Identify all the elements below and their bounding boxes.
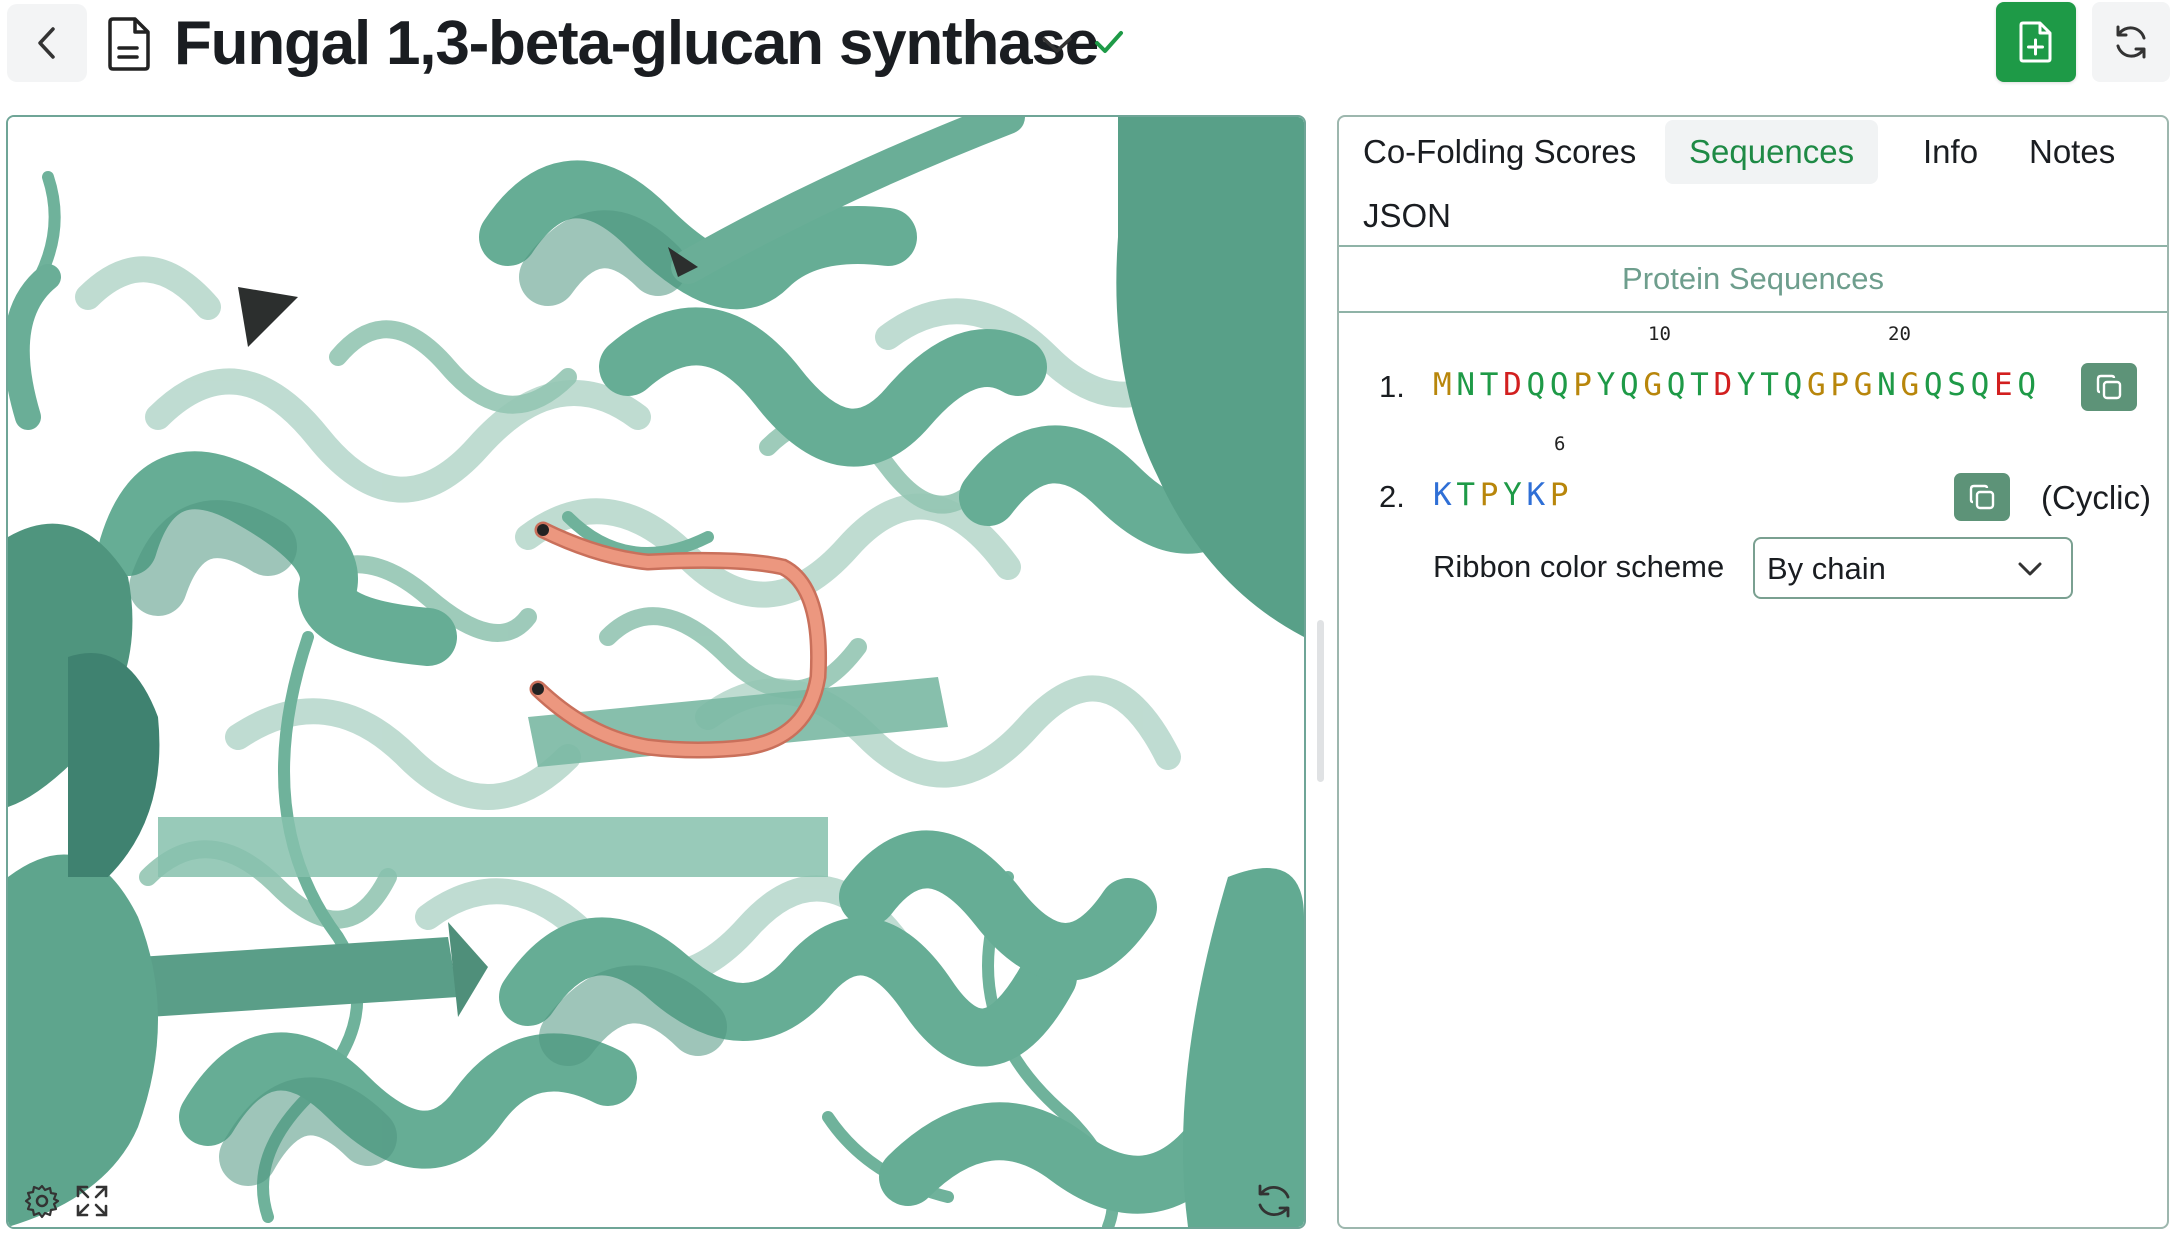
residue: G <box>1900 367 1924 403</box>
tab-notes[interactable]: Notes <box>2005 120 2139 184</box>
protein-structure-render[interactable] <box>8 117 1304 1227</box>
sequence-row: 6 2. KTPYKP (Cyclic) <box>1339 427 2167 537</box>
panel-resize-handle[interactable] <box>1317 620 1324 782</box>
residue: P <box>1479 477 1504 513</box>
tab-sequences[interactable]: Sequences <box>1665 120 1879 184</box>
residue: P <box>1549 477 1574 513</box>
residue: K <box>1526 477 1550 513</box>
residue: G <box>1853 367 1878 403</box>
residue: D <box>1503 367 1527 403</box>
document-icon <box>108 17 150 71</box>
residue: Q <box>1549 367 1574 403</box>
expand-icon[interactable] <box>74 1183 110 1219</box>
tab-json[interactable]: JSON <box>1339 184 1475 248</box>
residue: P <box>1830 367 1854 403</box>
residue: S <box>1947 367 1971 403</box>
tab-info[interactable]: Info <box>1899 120 2002 184</box>
section-title: Protein Sequences <box>1339 247 2167 313</box>
residue: G <box>1807 367 1831 403</box>
residue: N <box>1456 367 1480 403</box>
residue: T <box>1760 367 1784 403</box>
tab-co-folding-scores[interactable]: Co-Folding Scores <box>1339 120 1660 184</box>
tab-bar: Co-Folding Scores Sequences Info Notes J… <box>1339 117 2167 247</box>
sequence-ruler-mark: 20 <box>1888 323 1911 345</box>
copy-sequence-button[interactable] <box>1954 473 2010 521</box>
residue: Y <box>1596 367 1620 403</box>
ribbon-color-scheme-select[interactable]: By chain <box>1753 537 2073 599</box>
residue: E <box>1994 367 2018 403</box>
ribbon-color-scheme-label: Ribbon color scheme <box>1433 549 1725 584</box>
residue: Q <box>1970 367 1994 403</box>
residue: M <box>1433 367 1457 403</box>
gear-icon[interactable] <box>24 1183 60 1219</box>
residue: N <box>1877 367 1901 403</box>
residue: G <box>1643 367 1667 403</box>
residue: Q <box>1526 367 1550 403</box>
residue: Q <box>2017 367 2041 403</box>
copy-icon <box>2096 374 2122 400</box>
sequence-number: 2. <box>1379 479 1405 514</box>
back-button[interactable] <box>7 4 87 82</box>
residue: T <box>1479 367 1504 403</box>
sequence-ruler-mark: 10 <box>1648 323 1671 345</box>
sequence-number: 1. <box>1379 369 1405 404</box>
residue: D <box>1713 367 1737 403</box>
header-bar: Fungal 1,3-beta-glucan synthase <box>0 0 2174 110</box>
sequence-ruler-mark: 6 <box>1554 433 1566 455</box>
residue: Y <box>1736 367 1761 403</box>
refresh-button[interactable] <box>2092 2 2170 82</box>
sequence-residues[interactable]: KTPYKP <box>1433 477 1573 513</box>
checkmark-icon <box>1095 31 1123 53</box>
residue: Q <box>1923 367 1948 403</box>
residue: K <box>1433 477 1457 513</box>
residue: Q <box>1620 367 1644 403</box>
new-document-button[interactable] <box>1996 2 2076 82</box>
sequence-residues[interactable]: MNTDQQPYQGQTDYTQGPGNGQSQEQ <box>1433 367 2073 403</box>
chevron-down-icon <box>2018 562 2042 576</box>
residue: Y <box>1503 477 1527 513</box>
chevron-down-icon[interactable] <box>1040 32 1074 58</box>
structure-viewer[interactable] <box>6 115 1306 1229</box>
residue: T <box>1690 367 1714 403</box>
cyclic-tag: (Cyclic) <box>2041 479 2151 516</box>
copy-icon <box>1969 484 1995 510</box>
residue: P <box>1573 367 1597 403</box>
copy-sequence-button[interactable] <box>2081 363 2137 411</box>
page-title: Fungal 1,3-beta-glucan synthase <box>174 9 1099 78</box>
details-panel: Co-Folding Scores Sequences Info Notes J… <box>1337 115 2169 1229</box>
chevron-left-icon <box>38 27 55 59</box>
residue: Q <box>1666 367 1691 403</box>
residue: Q <box>1783 367 1807 403</box>
rotate-icon[interactable] <box>1254 1183 1294 1219</box>
file-plus-icon <box>2019 21 2052 63</box>
ribbon-color-scheme-value: By chain <box>1767 551 1886 586</box>
residue: T <box>1456 477 1480 513</box>
refresh-icon <box>2116 25 2146 59</box>
sequence-row: 10 20 1. MNTDQQPYQGQTDYTQGPGNGQSQEQ <box>1339 313 2167 423</box>
